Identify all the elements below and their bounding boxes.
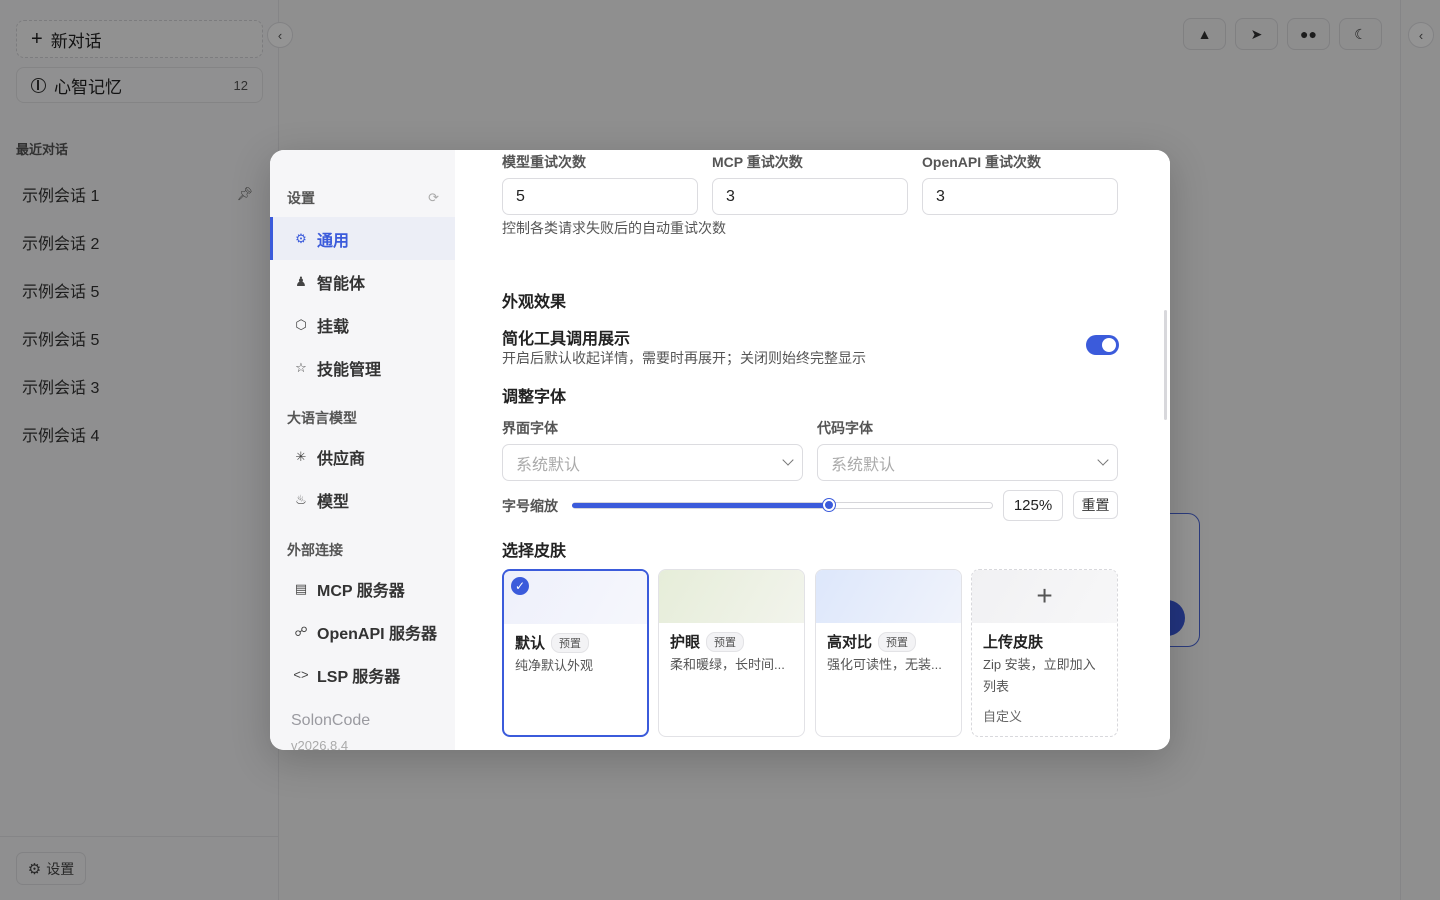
settings-content: 模型重试次数 5 MCP 重试次数 3 OpenAPI 重试次数 3 控制各类请… bbox=[455, 150, 1170, 750]
model-retry-label: 模型重试次数 bbox=[502, 154, 586, 170]
nav-item-label: 供应商 bbox=[317, 450, 366, 468]
nav-item-label: 智能体 bbox=[317, 275, 366, 293]
skin-name: 护眼 预置 bbox=[670, 631, 745, 652]
gear-icon: ⚙ bbox=[295, 230, 307, 246]
nav-item-label: 通用 bbox=[317, 232, 350, 250]
skin-name: 高对比 预置 bbox=[827, 631, 917, 652]
version-label: v2026.8.4 bbox=[291, 738, 349, 750]
skin-desc: Zip 安装，立即加入列表 bbox=[983, 657, 1096, 694]
preset-badge: 预置 bbox=[706, 631, 745, 652]
preset-badge: 预置 bbox=[878, 631, 917, 652]
model-retry-input[interactable]: 5 bbox=[502, 178, 698, 215]
brand-name: SolonCode bbox=[291, 712, 371, 729]
settings-modal: 设置 ⟳ ⚙ 通用 ♟ 智能体 ⬡ 挂载 ☆ 技能管理 大语言模型 ✳ 供应商 … bbox=[270, 150, 1170, 750]
skin-name-label: 默认 bbox=[515, 635, 546, 652]
settings-nav: 设置 ⟳ ⚙ 通用 ♟ 智能体 ⬡ 挂载 ☆ 技能管理 大语言模型 ✳ 供应商 … bbox=[270, 150, 455, 750]
skin-preview bbox=[659, 570, 804, 623]
agent-icon: ♟ bbox=[295, 273, 307, 289]
skin-card-eyecare[interactable]: 护眼 预置 柔和暖绿，长时间... bbox=[658, 569, 805, 737]
skin-name-label: 上传皮肤 bbox=[983, 634, 1044, 651]
scale-label: 字号缩放 bbox=[502, 498, 558, 514]
mcp-retry-input[interactable]: 3 bbox=[712, 178, 908, 215]
nav-item-label: MCP 服务器 bbox=[317, 582, 405, 600]
code-font-value: 系统默认 bbox=[831, 456, 896, 474]
nav-item-lsp[interactable]: <> LSP 服务器 bbox=[270, 653, 455, 696]
custom-tag: 自定义 bbox=[983, 709, 1023, 724]
simplify-toggle[interactable] bbox=[1086, 335, 1119, 355]
chevron-down-icon bbox=[1097, 454, 1109, 466]
font-title: 调整字体 bbox=[502, 389, 567, 406]
scrollbar[interactable] bbox=[1164, 310, 1167, 420]
simplify-title: 简化工具调用展示 bbox=[502, 331, 631, 348]
skin-desc: 柔和暖绿，长时间... bbox=[670, 657, 785, 672]
simplify-hint: 开启后默认收起详情，需要时再展开；关闭则始终完整显示 bbox=[502, 350, 866, 366]
nav-item-general[interactable]: ⚙ 通用 bbox=[270, 217, 455, 260]
nav-item-mcp[interactable]: ▤ MCP 服务器 bbox=[270, 567, 455, 610]
chevron-down-icon bbox=[782, 454, 794, 466]
nav-item-label: 模型 bbox=[317, 493, 350, 511]
skin-name-label: 高对比 bbox=[827, 634, 873, 651]
skin-card-default[interactable]: ✓ 默认 预置 纯净默认外观 bbox=[502, 569, 649, 737]
nav-item-openapi[interactable]: ☍ OpenAPI 服务器 bbox=[270, 610, 455, 653]
check-icon: ✓ bbox=[511, 577, 529, 595]
code-font-label: 代码字体 bbox=[817, 420, 873, 436]
ui-font-value: 系统默认 bbox=[516, 456, 581, 474]
retry-hint: 控制各类请求失败后的自动重试次数 bbox=[502, 220, 726, 236]
nav-group-external: 外部连接 bbox=[287, 542, 343, 558]
ui-font-label: 界面字体 bbox=[502, 420, 558, 436]
nav-item-agent[interactable]: ♟ 智能体 bbox=[270, 260, 455, 303]
nav-item-skills[interactable]: ☆ 技能管理 bbox=[270, 346, 455, 389]
preset-badge: 预置 bbox=[551, 632, 590, 653]
scale-slider-fill bbox=[572, 503, 829, 508]
openapi-retry-label: OpenAPI 重试次数 bbox=[922, 154, 1042, 170]
nav-item-label: OpenAPI 服务器 bbox=[317, 625, 438, 643]
scale-slider-thumb[interactable] bbox=[823, 499, 835, 511]
skin-desc: 纯净默认外观 bbox=[515, 658, 594, 673]
settings-nav-title: 设置 bbox=[287, 190, 315, 206]
nav-group-llm: 大语言模型 bbox=[287, 410, 357, 426]
model-icon: ♨ bbox=[295, 491, 307, 507]
plus-icon: + bbox=[1036, 580, 1053, 611]
skin-card-high-contrast[interactable]: 高对比 预置 强化可读性，无装... bbox=[815, 569, 962, 737]
settings-nav-head: 设置 ⟳ bbox=[287, 188, 439, 208]
code-icon: <> bbox=[293, 667, 309, 682]
mcp-retry-label: MCP 重试次数 bbox=[712, 154, 803, 170]
globe-icon: ☍ bbox=[294, 623, 308, 639]
refresh-icon[interactable]: ⟳ bbox=[428, 190, 439, 206]
code-font-select[interactable]: 系统默认 bbox=[817, 444, 1118, 481]
skin-name: 上传皮肤 bbox=[983, 631, 1043, 652]
scale-value-input[interactable]: 125% bbox=[1003, 490, 1063, 521]
skin-name: 默认 预置 bbox=[515, 632, 590, 653]
skin-card-upload[interactable]: + 上传皮肤 Zip 安装，立即加入列表 自定义 bbox=[971, 569, 1118, 737]
nav-item-label: LSP 服务器 bbox=[317, 668, 401, 686]
star-icon: ☆ bbox=[295, 359, 307, 375]
server-icon: ▤ bbox=[294, 580, 308, 596]
appearance-title: 外观效果 bbox=[502, 294, 567, 311]
nav-item-provider[interactable]: ✳ 供应商 bbox=[270, 435, 455, 478]
ui-font-select[interactable]: 系统默认 bbox=[502, 444, 803, 481]
skin-name-label: 护眼 bbox=[670, 634, 701, 651]
nav-item-model[interactable]: ♨ 模型 bbox=[270, 478, 455, 521]
skin-title: 选择皮肤 bbox=[502, 543, 567, 560]
sparkle-icon: ✳ bbox=[295, 448, 307, 464]
nav-item-mount[interactable]: ⬡ 挂载 bbox=[270, 303, 455, 346]
skin-preview bbox=[816, 570, 961, 623]
skin-desc: 强化可读性，无装... bbox=[827, 657, 942, 672]
openapi-retry-input[interactable]: 3 bbox=[922, 178, 1118, 215]
reset-button[interactable]: 重置 bbox=[1073, 491, 1118, 519]
nav-item-label: 技能管理 bbox=[317, 361, 382, 379]
nav-item-label: 挂载 bbox=[317, 318, 350, 336]
box-icon: ⬡ bbox=[295, 316, 307, 332]
